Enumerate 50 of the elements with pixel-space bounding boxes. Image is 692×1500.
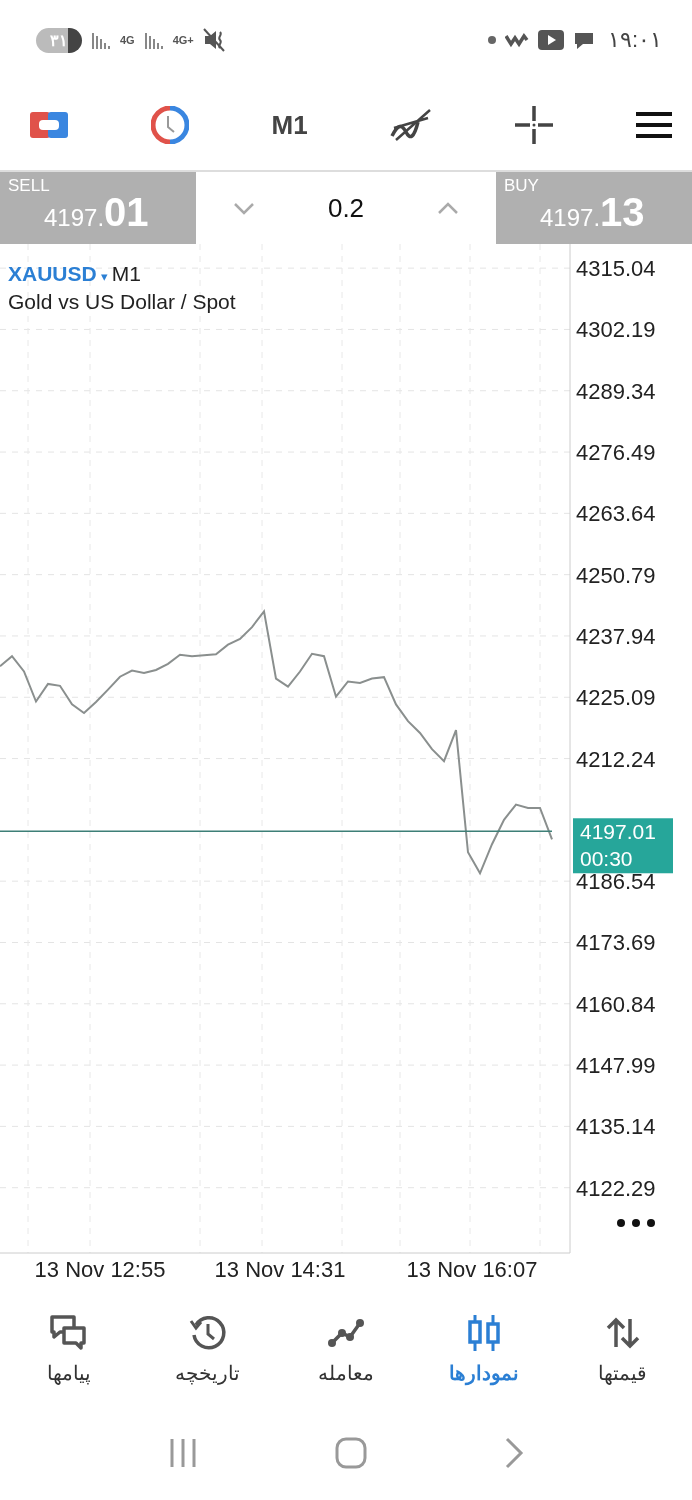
toggle-icon[interactable]	[30, 110, 68, 140]
price-tick-label: 4147.99	[576, 1053, 656, 1079]
crosshair-icon[interactable]	[515, 106, 554, 144]
time-tick-label: 13 Nov 12:55	[34, 1257, 166, 1282]
battery-indicator: ۳۱	[36, 27, 82, 53]
symbol-description: Gold vs US Dollar / Spot	[8, 290, 236, 314]
network-label: 4G	[120, 34, 135, 46]
price-tick-label: 4276.49	[576, 440, 656, 466]
price-tick-label: 4315.04	[576, 256, 656, 282]
volume-value[interactable]: 0.2	[327, 192, 365, 224]
chevron-up-icon[interactable]	[437, 200, 460, 216]
video-play-icon	[537, 30, 564, 50]
price-tick-label: 4289.34	[576, 378, 656, 404]
dropdown-marker[interactable]: ▾	[100, 269, 108, 284]
nav-tab[interactable]: پیامها	[9, 1309, 130, 1389]
time-tick-label: 13 Nov 14:31	[214, 1257, 346, 1282]
nav-tab[interactable]: نمودارها	[424, 1309, 545, 1389]
price-tick-label: 4173.69	[576, 930, 656, 956]
price-tick-label: 4160.84	[576, 991, 656, 1017]
nav-tab[interactable]: معامله	[285, 1309, 406, 1389]
back-chevron-icon[interactable]	[503, 1437, 524, 1469]
price-tick-label: 4212.24	[576, 746, 656, 772]
clock: ۱۹:۰۱	[607, 27, 662, 53]
chart-timeframe: M1	[111, 262, 141, 286]
time-tick-label: 13 Nov 16:07	[406, 1257, 538, 1282]
mute-icon	[202, 28, 227, 52]
price-tick-label: 4225.09	[576, 685, 656, 711]
price-tick-label: 4135.14	[576, 1114, 656, 1140]
recent-apps-icon[interactable]	[168, 1437, 199, 1469]
price-tick-label: 4122.29	[576, 1175, 656, 1201]
more-icon[interactable]	[617, 1219, 655, 1227]
symbol-name[interactable]: XAUUSD	[8, 262, 97, 286]
current-price-tag: 4197.01 00:30	[573, 818, 673, 874]
nav-tab[interactable]: قیمتها	[562, 1309, 683, 1389]
menu-icon[interactable]	[635, 111, 672, 139]
history-icon	[187, 1313, 228, 1353]
chat-icon	[572, 30, 595, 50]
chevron-down-icon[interactable]	[232, 200, 255, 216]
nav-tab[interactable]: تاریخچه	[147, 1309, 268, 1389]
price-tick-label: 4250.79	[576, 562, 656, 588]
home-icon[interactable]	[335, 1437, 367, 1469]
w-logo-icon	[504, 32, 529, 48]
indicator-curve-icon[interactable]	[390, 106, 433, 144]
price-tick-label: 4302.19	[576, 317, 656, 343]
dot-icon	[487, 36, 496, 44]
timeframe-button[interactable]: M1	[271, 109, 308, 141]
price-tick-label: 4263.64	[576, 501, 656, 527]
price-tick-label: 4237.94	[576, 623, 656, 649]
network-label: 4G+	[172, 34, 194, 46]
clock-icon[interactable]	[150, 106, 189, 144]
